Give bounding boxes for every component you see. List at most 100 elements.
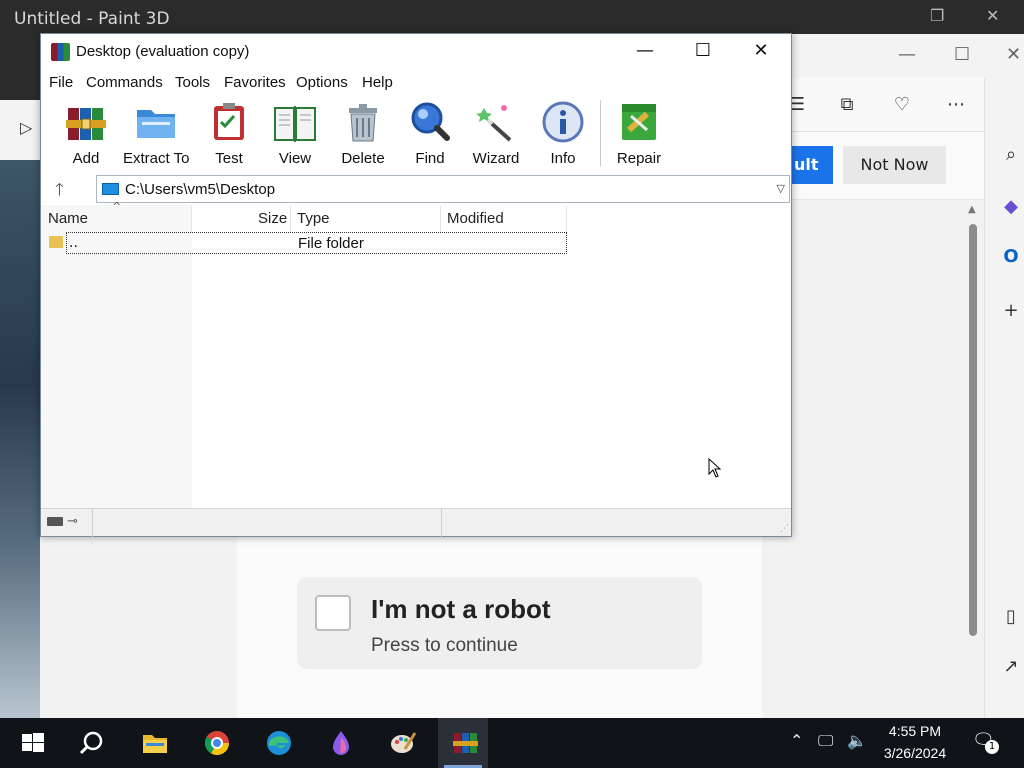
scroll-up-icon[interactable]: ▲ xyxy=(968,204,976,215)
start-button[interactable] xyxy=(6,718,56,768)
menu-commands[interactable]: Commands xyxy=(86,74,163,91)
column-header-name[interactable]: Name xyxy=(48,210,88,227)
taskbar-chrome[interactable] xyxy=(190,718,240,768)
network-icon[interactable]: 🖵 xyxy=(818,731,833,751)
edge-scrollbar[interactable]: ▲ xyxy=(964,200,984,718)
test-button[interactable]: Test xyxy=(204,100,254,170)
address-path: C:\Users\vm5\Desktop xyxy=(125,181,276,198)
computer-icon xyxy=(102,183,119,195)
browser-essentials-icon[interactable]: ♡ xyxy=(890,94,914,115)
split-screen-icon[interactable]: ▯ xyxy=(998,604,1024,630)
clock[interactable]: 4:55 PM 3/26/2024 xyxy=(870,720,960,764)
delete-label: Delete xyxy=(341,150,385,167)
sort-ascending-icon: ^ xyxy=(112,200,122,213)
info-button[interactable]: Info xyxy=(539,100,587,170)
info-label: Info xyxy=(550,150,576,167)
sidebar-add-icon[interactable]: + xyxy=(998,298,1024,324)
taskbar-paint[interactable] xyxy=(376,718,426,768)
paint3d-canvas-image xyxy=(0,160,40,718)
taskbar-search-button[interactable] xyxy=(65,718,115,768)
header-separator[interactable] xyxy=(191,206,192,232)
captcha-title: I'm not a robot xyxy=(371,594,551,624)
show-hidden-icons-icon[interactable]: ⌃ xyxy=(790,731,803,750)
clock-date: 3/26/2024 xyxy=(883,745,947,761)
not-now-button[interactable]: Not Now xyxy=(843,146,946,184)
edge-minimize-icon[interactable]: — xyxy=(898,44,916,65)
magic-wand-icon xyxy=(476,105,512,142)
up-folder-icon[interactable]: 🡑 xyxy=(55,177,64,206)
address-dropdown-icon[interactable]: ▽ xyxy=(777,182,785,195)
winrar-minimize-icon[interactable]: — xyxy=(616,34,674,70)
edge-maximize-icon[interactable]: ☐ xyxy=(954,44,970,65)
table-row[interactable]: .. File folder xyxy=(49,232,567,254)
menu-favorites[interactable]: Favorites xyxy=(224,74,286,91)
find-label: Find xyxy=(415,150,445,167)
more-icon[interactable]: ⋯ xyxy=(944,94,968,115)
winrar-title: Desktop (evaluation copy) xyxy=(76,43,250,60)
add-button[interactable]: Add xyxy=(61,100,111,170)
paint3d-side-strip: ▷ xyxy=(0,100,40,718)
taskbar-paint3d[interactable] xyxy=(314,718,364,768)
scrollbar-thumb[interactable] xyxy=(969,224,977,636)
menu-tools[interactable]: Tools xyxy=(175,74,210,91)
paint3d-restore-icon[interactable]: ❐ xyxy=(930,6,944,25)
winrar-app-icon xyxy=(51,43,70,61)
sidebar-outlook-icon[interactable]: O xyxy=(998,244,1024,270)
extract-folder-icon xyxy=(137,110,175,138)
taskbar-winrar[interactable] xyxy=(438,718,488,768)
add-tab-icon[interactable]: ⧉ xyxy=(835,94,859,115)
resize-grip-icon[interactable]: ⋰ xyxy=(780,524,789,534)
paint3d-icon xyxy=(333,731,349,755)
status-bar: ⊸ ⋰ xyxy=(41,508,791,537)
address-bar[interactable]: C:\Users\vm5\Desktop ▽ xyxy=(96,175,790,203)
menu-help[interactable]: Help xyxy=(362,74,393,91)
extract-to-button[interactable]: Extract To xyxy=(123,100,189,170)
info-icon xyxy=(542,101,584,143)
delete-button[interactable]: Delete xyxy=(337,100,389,170)
captcha-box[interactable]: I'm not a robot Press to continue xyxy=(297,577,702,669)
menu-options[interactable]: Options xyxy=(296,74,348,91)
open-external-icon[interactable]: ↗ xyxy=(998,654,1024,680)
header-separator[interactable] xyxy=(440,206,441,232)
wizard-button[interactable]: Wizard xyxy=(469,100,523,170)
sidebar-search-icon[interactable]: ⌕ xyxy=(998,142,1024,168)
paint3d-close-icon[interactable]: ✕ xyxy=(986,6,999,25)
test-clipboard-icon xyxy=(214,103,244,140)
set-default-button[interactable]: ult xyxy=(792,146,833,184)
taskbar-edge[interactable] xyxy=(252,718,302,768)
menu-file[interactable]: File xyxy=(49,74,73,91)
paint3d-menu-area: ▷ xyxy=(0,100,40,160)
header-separator[interactable] xyxy=(566,206,567,232)
view-button[interactable]: View xyxy=(269,100,321,170)
find-button[interactable]: Find xyxy=(405,100,455,170)
view-label: View xyxy=(278,150,312,167)
notification-center-button[interactable]: 🗨 1 xyxy=(972,730,1000,756)
status-separator xyxy=(441,509,442,537)
repair-label: Repair xyxy=(616,150,662,167)
view-book-icon xyxy=(274,106,316,142)
captcha-subtitle: Press to continue xyxy=(371,635,518,656)
winrar-close-icon[interactable]: ✕ xyxy=(732,34,790,70)
paint3d-title: Untitled - Paint 3D xyxy=(14,9,170,29)
magnifier-icon xyxy=(411,102,450,141)
add-archive-icon xyxy=(66,108,106,140)
column-header-size[interactable]: Size xyxy=(258,210,287,227)
column-header-modified[interactable]: Modified xyxy=(447,210,504,227)
winrar-maximize-icon[interactable]: ☐ xyxy=(674,34,732,70)
captcha-checkbox[interactable] xyxy=(315,595,351,631)
edge-icon xyxy=(267,731,291,755)
wizard-label: Wizard xyxy=(472,150,520,167)
repair-button[interactable]: Repair xyxy=(614,100,664,170)
paint3d-menu-icon[interactable]: ▷ xyxy=(20,118,32,137)
taskbar: ⌃ 🖵 🔈 4:55 PM 3/26/2024 🗨 1 xyxy=(0,718,1024,768)
mouse-cursor-icon xyxy=(708,458,722,478)
toolbar-separator xyxy=(600,100,601,166)
chrome-icon xyxy=(204,731,229,756)
edge-close-icon[interactable]: ✕ xyxy=(1006,44,1021,65)
test-label: Test xyxy=(215,150,243,167)
sidebar-shopping-icon[interactable]: ◆ xyxy=(998,194,1024,220)
volume-muted-icon[interactable]: 🔈 xyxy=(847,731,867,750)
taskbar-file-explorer[interactable] xyxy=(128,718,178,768)
column-header-type[interactable]: Type xyxy=(297,210,330,227)
header-separator[interactable] xyxy=(290,206,291,232)
